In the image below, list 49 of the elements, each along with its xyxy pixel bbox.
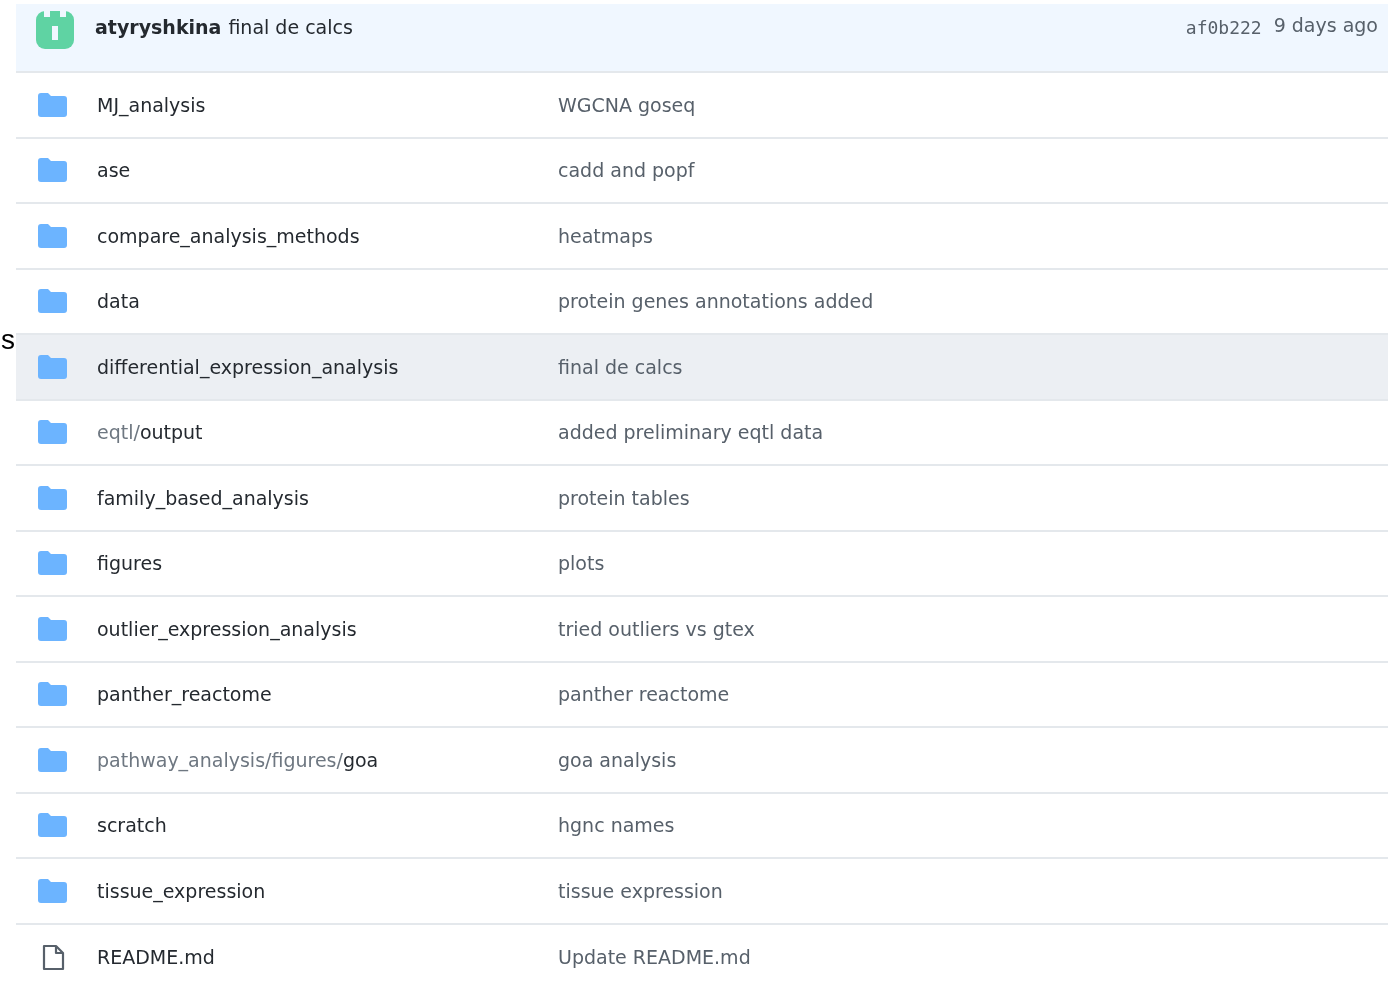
folder-icon: [38, 420, 67, 445]
folder-icon: [38, 813, 67, 838]
file-name-link[interactable]: tissue_expression: [97, 879, 266, 902]
commit-message-link[interactable]: cadd and popf: [558, 159, 695, 182]
file-name-link[interactable]: outlier_expression_analysis: [97, 617, 357, 640]
folder-icon: [38, 485, 67, 510]
commit-message-link[interactable]: panther reactome: [558, 683, 730, 706]
file-name-link[interactable]: family_based_analysis: [97, 486, 309, 509]
commit-message-link[interactable]: tissue expression: [558, 879, 723, 902]
commit-message-link[interactable]: tried outliers vs gtex: [558, 617, 755, 640]
file-name-link[interactable]: data: [97, 290, 140, 313]
file-name-link[interactable]: figures: [97, 552, 163, 575]
file-name-link[interactable]: README.md: [97, 946, 215, 969]
folder-icon: [38, 682, 67, 707]
commit-hash[interactable]: af0b222: [1185, 14, 1262, 38]
folder-icon: [38, 289, 67, 314]
file-name-link[interactable]: eqtl/output: [97, 421, 203, 444]
file-name-link[interactable]: MJ_analysis: [97, 93, 206, 116]
commit-message-link[interactable]: heatmaps: [558, 224, 653, 247]
avatar-icon[interactable]: [36, 11, 74, 49]
folder-icon: [38, 747, 67, 772]
folder-icon: [38, 92, 67, 117]
file-name-link[interactable]: differential_expression_analysis: [97, 355, 399, 378]
folder-icon: [38, 354, 67, 379]
commit-time: 9 days ago: [1273, 14, 1378, 36]
file-row[interactable]: differential_expression_analysis final de calcs: [16, 335, 1388, 401]
folder-icon: [38, 551, 67, 576]
commit-author[interactable]: atyryshkina: [95, 16, 222, 38]
commit-message-link[interactable]: protein tables: [558, 486, 690, 509]
file-name-link[interactable]: ase: [97, 159, 131, 182]
folder-icon: [38, 158, 67, 183]
edge-letter: s: [1, 326, 15, 354]
commit-message-link[interactable]: goa analysis: [558, 748, 677, 771]
commit-message-link[interactable]: final de calcs: [558, 355, 683, 378]
file-name-link[interactable]: compare_analysis_methods: [97, 224, 360, 247]
commit-message-link[interactable]: added preliminary eqtl data: [558, 421, 824, 444]
file-name-link[interactable]: panther_reactome: [97, 683, 272, 706]
folder-icon: [38, 223, 67, 248]
commit-message[interactable]: final de calcs: [228, 16, 353, 38]
file-icon: [42, 943, 66, 971]
file-name-link[interactable]: scratch: [97, 814, 167, 837]
commit-message-link[interactable]: Update README.md: [558, 946, 751, 969]
commit-message-link[interactable]: WGCNA goseq: [558, 93, 696, 116]
commit-message-link[interactable]: hgnc names: [558, 814, 675, 837]
folder-icon: [38, 616, 67, 641]
commit-message-link[interactable]: protein genes annotations added: [558, 290, 874, 313]
folder-icon: [38, 878, 67, 903]
file-name-link[interactable]: pathway_analysis/figures/goa: [97, 748, 379, 771]
commit-message-link[interactable]: plots: [558, 552, 605, 575]
